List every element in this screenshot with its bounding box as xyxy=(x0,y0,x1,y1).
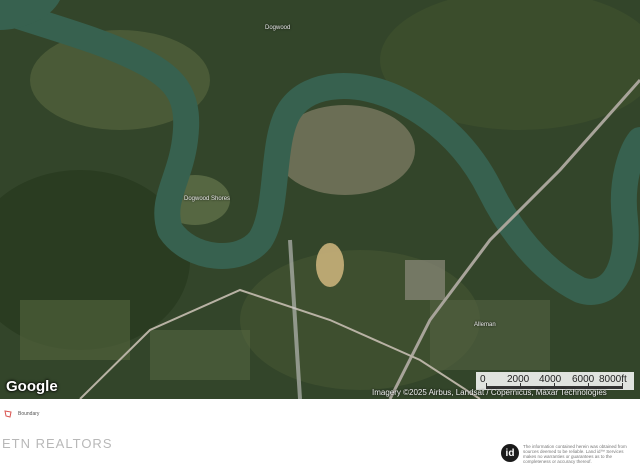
legend-label-boundary: Boundary xyxy=(18,411,40,417)
scale-label: 0 xyxy=(480,374,486,385)
disclaimer-block: id The information contained herein was … xyxy=(501,444,637,464)
scale-label: 4000 xyxy=(539,374,562,385)
satellite-map[interactable]: Dogwood Dogwood Shores Alleman Google 0 … xyxy=(0,0,640,399)
satellite-imagery xyxy=(0,0,640,399)
scale-label: 6000 xyxy=(572,374,595,385)
scale-label: 2000 xyxy=(507,374,530,385)
brokerage-logo: ETN REALTORS xyxy=(2,436,113,451)
imagery-attribution: Imagery ©2025 Airbus, Landsat / Copernic… xyxy=(372,388,607,397)
place-label-dogwood-shores: Dogwood Shores xyxy=(184,196,231,202)
land-id-logo: id xyxy=(501,444,519,462)
map-legend: Boundary xyxy=(4,408,39,420)
disclaimer-text: The information contained herein was obt… xyxy=(523,444,627,464)
boundary-outline-icon xyxy=(4,410,12,418)
scale-tick xyxy=(622,383,623,389)
google-logo: Google xyxy=(6,378,58,395)
place-label-dogwood: Dogwood xyxy=(265,25,291,31)
place-label-alleman: Alleman xyxy=(474,322,496,328)
